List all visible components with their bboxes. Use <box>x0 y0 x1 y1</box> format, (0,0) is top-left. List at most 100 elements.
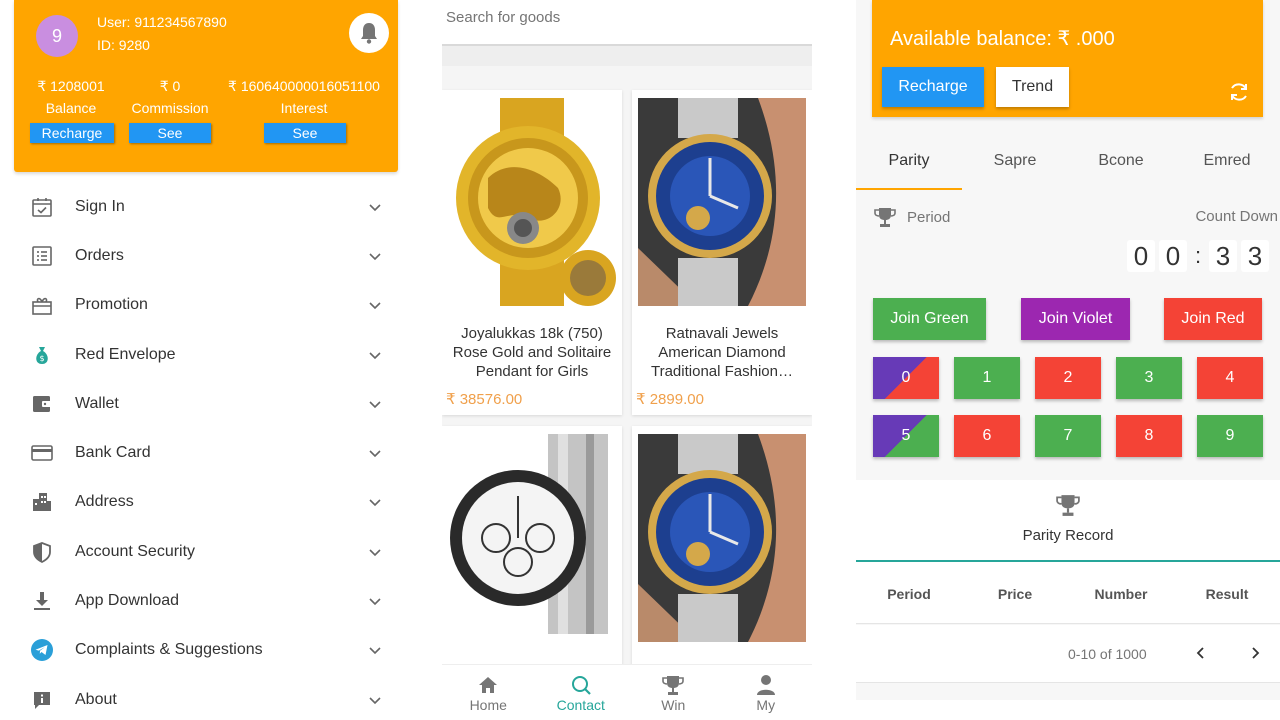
period-row: Period Count Down <box>856 205 1280 235</box>
menu-item-complaints[interactable]: Complaints & Suggestions <box>14 626 398 675</box>
menu-item-bank-card[interactable]: Bank Card <box>14 428 398 477</box>
search-placeholder: Search for goods <box>446 9 561 26</box>
commission-value: ₹ 0 <box>159 78 181 94</box>
number-1-button[interactable]: 1 <box>954 357 1020 399</box>
nav-label: Win <box>661 697 686 713</box>
chevron-right-icon[interactable] <box>1246 644 1264 662</box>
menu-item-label: About <box>75 690 117 708</box>
shop-panel: Search for goods Joyalukkas 18k (750) Ro… <box>442 0 812 720</box>
column-result: Result <box>1205 586 1249 602</box>
product-card[interactable] <box>442 426 622 676</box>
bottom-nav: Home Contact Win My <box>442 664 812 720</box>
commission-label: Commission <box>131 100 209 116</box>
period-label: Period <box>907 209 951 226</box>
menu-item-address[interactable]: Address <box>14 478 398 527</box>
chevron-down-icon <box>369 351 381 359</box>
countdown-digit: 3 <box>1209 240 1237 272</box>
menu-item-account-security[interactable]: Account Security <box>14 527 398 576</box>
join-violet-button[interactable]: Join Violet <box>1021 298 1130 340</box>
product-card[interactable]: Joyalukkas 18k (750) Rose Gold and Solit… <box>442 90 622 415</box>
commission-see-button[interactable]: See <box>129 123 211 143</box>
trophy-icon <box>662 676 685 695</box>
menu-item-app-download[interactable]: App Download <box>14 576 398 625</box>
number-0-button[interactable]: 0 <box>873 357 939 399</box>
nav-contact[interactable]: Contact <box>535 665 628 720</box>
number-8-button[interactable]: 8 <box>1116 415 1182 457</box>
number-5-button[interactable]: 5 <box>873 415 939 457</box>
number-4-button[interactable]: 4 <box>1197 357 1263 399</box>
gold-watch-image <box>448 98 616 306</box>
number-9-button[interactable]: 9 <box>1197 415 1263 457</box>
menu-item-label: Sign In <box>75 197 125 215</box>
parity-record-header: Parity Record <box>856 480 1280 562</box>
countdown: 0 0 : 3 3 <box>1127 240 1269 272</box>
nav-win[interactable]: Win <box>627 665 720 720</box>
page-range: 0-10 of 1000 <box>1068 646 1147 662</box>
blue-dial-watch-image <box>638 434 806 642</box>
product-card[interactable]: Ratnavali Jewels American Diamond Tradit… <box>632 90 812 415</box>
countdown-digit: 3 <box>1241 240 1269 272</box>
wallet-icon <box>30 392 54 416</box>
user-card: 9 User: 911234567890 ID: 9280 ₹ 1208001 … <box>14 0 398 172</box>
menu-item-label: Red Envelope <box>75 345 176 363</box>
recharge-button[interactable]: Recharge <box>882 67 984 107</box>
tab-sapre[interactable]: Sapre <box>962 140 1068 190</box>
countdown-label: Count Down <box>1195 208 1278 225</box>
trophy-icon <box>874 208 896 227</box>
tab-bcone[interactable]: Bcone <box>1068 140 1174 190</box>
product-price: ₹ 38576.00 <box>446 391 523 408</box>
tab-parity[interactable]: Parity <box>856 140 962 190</box>
chevron-down-icon <box>369 401 381 408</box>
chevron-down-icon <box>369 598 381 606</box>
menu-item-red-envelope[interactable]: $ Red Envelope <box>14 330 398 379</box>
menu-item-orders[interactable]: Orders <box>14 231 398 280</box>
building-icon <box>30 490 54 514</box>
nav-home[interactable]: Home <box>442 665 535 720</box>
menu-item-about[interactable]: About <box>14 675 398 720</box>
number-7-button[interactable]: 7 <box>1035 415 1101 457</box>
menu-item-wallet[interactable]: Wallet <box>14 379 398 428</box>
bottom-strip <box>856 700 1280 720</box>
menu-item-label: Bank Card <box>75 444 151 462</box>
divider <box>442 46 812 66</box>
product-card[interactable] <box>632 426 812 676</box>
chevron-left-icon[interactable] <box>1192 644 1210 662</box>
menu-item-promotion[interactable]: Promotion <box>14 281 398 330</box>
notification-button[interactable] <box>349 13 389 53</box>
interest-label: Interest <box>280 100 328 116</box>
menu-item-label: App Download <box>75 592 180 610</box>
refresh-icon[interactable] <box>1227 80 1251 104</box>
account-menu: Sign In Orders Promotion $ Red Envelope <box>14 182 398 720</box>
recharge-small-button[interactable]: Recharge <box>30 123 114 143</box>
user-phone: User: 911234567890 <box>97 14 227 30</box>
join-green-button[interactable]: Join Green <box>873 298 986 340</box>
gift-icon <box>30 293 54 317</box>
tab-emred[interactable]: Emred <box>1174 140 1280 190</box>
menu-item-label: Account Security <box>75 542 196 560</box>
number-6-button[interactable]: 6 <box>954 415 1020 457</box>
interest-see-button[interactable]: See <box>264 123 346 143</box>
shield-icon <box>30 540 54 564</box>
calendar-check-icon <box>30 195 54 219</box>
countdown-digit: 0 <box>1159 240 1187 272</box>
interest-stat: ₹ 160640000016051100 Interest <box>224 78 384 118</box>
chevron-down-icon <box>369 549 381 556</box>
credit-card-icon <box>30 441 54 465</box>
svg-text:$: $ <box>39 354 44 363</box>
trend-button[interactable]: Trend <box>996 67 1069 107</box>
search-input[interactable]: Search for goods <box>442 0 812 46</box>
balance-card: Available balance: ₹ .000 Recharge Trend <box>872 0 1263 117</box>
number-3-button[interactable]: 3 <box>1116 357 1182 399</box>
number-2-button[interactable]: 2 <box>1035 357 1101 399</box>
chevron-down-icon <box>369 647 381 655</box>
avatar[interactable]: 9 <box>36 15 78 57</box>
nav-label: Contact <box>556 697 605 713</box>
menu-item-sign-in[interactable]: Sign In <box>14 182 398 231</box>
column-price: Price <box>997 586 1033 602</box>
game-tabs: Parity Sapre Bcone Emred <box>856 140 1280 190</box>
bell-icon <box>361 23 377 44</box>
join-red-button[interactable]: Join Red <box>1164 298 1262 340</box>
nav-my[interactable]: My <box>720 665 813 720</box>
menu-item-label: Promotion <box>75 296 148 314</box>
nav-label: Home <box>469 697 507 713</box>
